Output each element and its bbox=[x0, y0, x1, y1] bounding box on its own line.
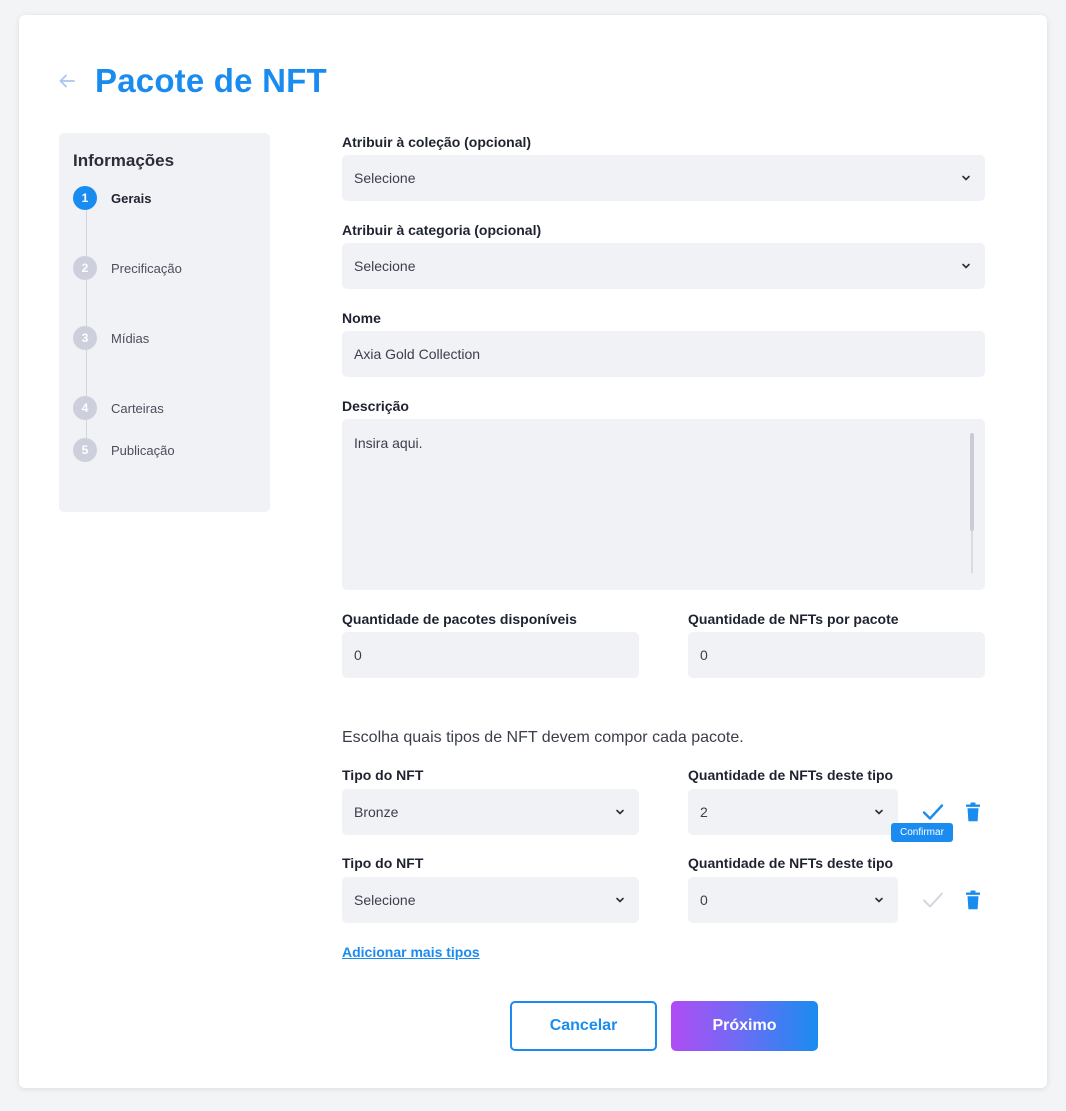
confirm-tooltip: Confirmar bbox=[891, 823, 953, 842]
step-connector bbox=[86, 420, 87, 438]
description-textarea[interactable]: Insira aqui. bbox=[342, 419, 985, 590]
nft-type-qty-select[interactable]: 0 bbox=[688, 877, 898, 923]
step-label: Mídias bbox=[111, 330, 150, 346]
nft-type-qty-label: Quantidade de NFTs deste tipo bbox=[688, 767, 894, 783]
step-connector bbox=[86, 350, 87, 396]
sidebar-title: Informações bbox=[73, 151, 175, 170]
category-value: Selecione bbox=[354, 258, 416, 274]
step-number: 5 bbox=[73, 438, 97, 462]
packages-qty-label: Quantidade de pacotes disponíveis bbox=[342, 611, 577, 627]
step-precificacao[interactable]: 2 Precificação bbox=[73, 256, 256, 280]
nfts-per-package-label: Quantidade de NFTs por pacote bbox=[688, 611, 899, 627]
nfts-per-package-input[interactable]: 0 bbox=[688, 632, 985, 678]
nft-type-qty-value: 2 bbox=[700, 804, 708, 820]
category-label: Atribuir à categoria (opcional) bbox=[342, 222, 542, 238]
name-label: Nome bbox=[342, 310, 381, 326]
nft-type-qty-value: 0 bbox=[700, 892, 708, 908]
chevron-down-icon bbox=[962, 175, 970, 181]
step-publicacao[interactable]: 5 Publicação bbox=[73, 438, 256, 462]
nft-type-select[interactable]: Selecione bbox=[342, 877, 639, 923]
collection-select[interactable]: Selecione bbox=[342, 155, 985, 201]
step-connector bbox=[86, 280, 87, 326]
step-number: 3 bbox=[73, 326, 97, 350]
nft-type-qty-label: Quantidade de NFTs deste tipo bbox=[688, 855, 894, 871]
nft-type-label: Tipo do NFT bbox=[342, 767, 424, 783]
chevron-down-icon bbox=[962, 263, 970, 269]
arrow-left-icon[interactable] bbox=[57, 71, 77, 91]
page-header: Pacote de NFT bbox=[57, 62, 327, 100]
collection-value: Selecione bbox=[354, 170, 416, 186]
name-input[interactable]: Axia Gold Collection bbox=[342, 331, 985, 377]
description-placeholder: Insira aqui. bbox=[354, 435, 423, 451]
packages-qty-input[interactable]: 0 bbox=[342, 632, 639, 678]
steps-sidebar: Informações 1 Gerais 2 Precificação 3 Mí… bbox=[59, 133, 270, 512]
nft-type-qty-select[interactable]: 2 bbox=[688, 789, 898, 835]
step-carteiras[interactable]: 4 Carteiras bbox=[73, 396, 256, 420]
step-midias[interactable]: 3 Mídias bbox=[73, 326, 256, 350]
step-number: 4 bbox=[73, 396, 97, 420]
page-title: Pacote de NFT bbox=[95, 62, 327, 99]
chevron-down-icon bbox=[616, 897, 624, 903]
nft-type-value: Bronze bbox=[354, 804, 399, 820]
scrollbar-thumb[interactable] bbox=[970, 433, 974, 531]
chevron-down-icon bbox=[875, 809, 883, 815]
step-number: 1 bbox=[73, 186, 97, 210]
types-intro-text: Escolha quais tipos de NFT devem compor … bbox=[342, 729, 744, 746]
chevron-down-icon bbox=[875, 897, 883, 903]
step-number: 2 bbox=[73, 256, 97, 280]
nft-type-value: Selecione bbox=[354, 892, 416, 908]
step-label: Carteiras bbox=[111, 400, 164, 416]
name-value: Axia Gold Collection bbox=[354, 346, 481, 362]
step-label: Precificação bbox=[111, 260, 182, 276]
step-connector bbox=[86, 210, 87, 256]
add-more-types-link[interactable]: Adicionar mais tipos bbox=[342, 944, 480, 960]
chevron-down-icon bbox=[616, 809, 624, 815]
packages-qty-value: 0 bbox=[354, 647, 362, 663]
category-select[interactable]: Selecione bbox=[342, 243, 985, 289]
check-icon[interactable] bbox=[920, 799, 946, 825]
cancel-button[interactable]: Cancelar bbox=[510, 1001, 657, 1051]
step-label: Publicação bbox=[111, 442, 175, 458]
step-gerais[interactable]: 1 Gerais bbox=[73, 186, 256, 210]
trash-icon[interactable] bbox=[962, 887, 984, 913]
trash-icon[interactable] bbox=[962, 799, 984, 825]
step-label: Gerais bbox=[111, 190, 152, 206]
description-label: Descrição bbox=[342, 398, 409, 414]
check-icon[interactable] bbox=[920, 887, 946, 913]
nfts-per-package-value: 0 bbox=[700, 647, 708, 663]
nft-type-select[interactable]: Bronze bbox=[342, 789, 639, 835]
collection-label: Atribuir à coleção (opcional) bbox=[342, 134, 532, 150]
nft-type-label: Tipo do NFT bbox=[342, 855, 424, 871]
next-button[interactable]: Próximo bbox=[671, 1001, 818, 1051]
